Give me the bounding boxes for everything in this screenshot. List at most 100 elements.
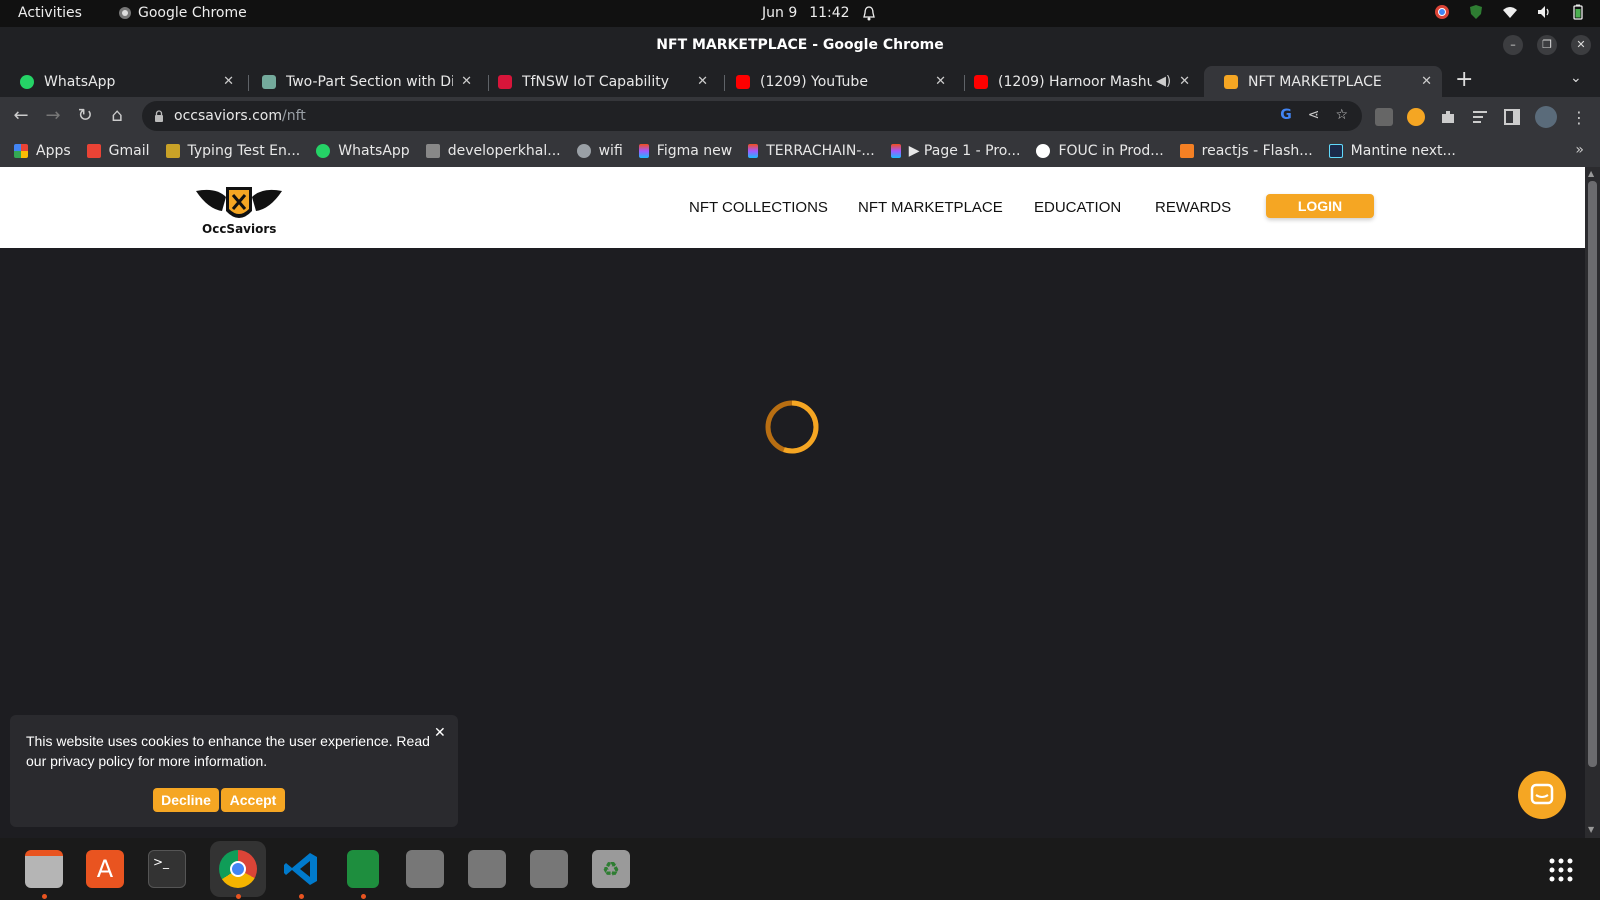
puzzle-icon[interactable] [1439, 108, 1457, 126]
close-tab-icon[interactable]: ✕ [1421, 74, 1432, 89]
system-tray[interactable] [1434, 4, 1586, 20]
tab-search-chevron-icon[interactable]: ⌄ [1570, 70, 1582, 86]
side-panel-icon[interactable] [1503, 108, 1521, 126]
typing-icon [165, 144, 180, 158]
close-tab-icon[interactable]: ✕ [935, 74, 946, 89]
chrome-tray-icon[interactable] [1434, 4, 1450, 20]
address-bar[interactable]: occsaviors.com/nft G ⋖ ☆ [142, 101, 1362, 131]
spreadsheet-icon[interactable] [347, 850, 379, 888]
tab-two-part-section[interactable]: Two-Part Section with Div ✕ [242, 66, 482, 97]
maximize-button[interactable]: ❐ [1537, 35, 1557, 55]
show-applications-icon[interactable] [1548, 857, 1574, 883]
volume-icon[interactable] [1536, 4, 1552, 20]
nav-education[interactable]: EDUCATION [1034, 199, 1121, 216]
page-scrollbar[interactable]: ▲ ▼ [1585, 167, 1600, 838]
nav-nft-marketplace[interactable]: NFT MARKETPLACE [858, 199, 1003, 216]
reading-list-icon[interactable] [1471, 108, 1489, 126]
terminal-icon[interactable]: >_ [148, 850, 186, 888]
bookmark-whatsapp[interactable]: WhatsApp [316, 143, 410, 159]
scroll-up-icon[interactable]: ▲ [1588, 169, 1594, 178]
share-icon[interactable]: ⋖ [1308, 107, 1320, 123]
nsw-icon [498, 74, 512, 89]
close-tab-icon[interactable]: ✕ [223, 74, 234, 89]
google-lens-icon[interactable]: G [1280, 107, 1292, 123]
disk-icon[interactable] [468, 850, 506, 888]
close-tab-icon[interactable]: ✕ [461, 74, 472, 89]
kebab-menu-icon[interactable]: ⋮ [1571, 108, 1587, 127]
bookmark-star-icon[interactable]: ☆ [1335, 107, 1348, 123]
web-page: OccSaviors NFT COLLECTIONS NFT MARKETPLA… [0, 167, 1585, 838]
site-header: OccSaviors NFT COLLECTIONS NFT MARKETPLA… [0, 167, 1585, 248]
bookmark-figma-new[interactable]: Figma new [638, 143, 732, 159]
speaker-icon[interactable]: ◀) [1156, 74, 1171, 89]
back-button[interactable]: ← [8, 103, 34, 129]
bookmark-label: wifi [598, 143, 623, 159]
tab-harnoor[interactable]: (1209) Harnoor Mashu ◀) ✕ [954, 66, 1200, 97]
bookmark-reactjs[interactable]: reactjs - Flash... [1179, 143, 1313, 159]
activities-button[interactable]: Activities [18, 5, 82, 21]
tab-tfnsw[interactable]: TfNSW IoT Capability ✕ [478, 66, 718, 97]
loading-spinner [765, 400, 819, 454]
bookmark-label: FOUC in Prod... [1058, 143, 1164, 159]
profile-avatar[interactable] [1535, 106, 1557, 128]
bookmark-gmail[interactable]: Gmail [86, 143, 150, 159]
shield-icon[interactable] [1468, 4, 1484, 20]
bookmark-fouc[interactable]: FOUC in Prod... [1036, 143, 1164, 159]
app-menu[interactable]: Google Chrome [118, 5, 247, 21]
extension-icon[interactable] [1407, 108, 1425, 126]
bookmark-page-1[interactable]: ▶ Page 1 - Pro... [890, 143, 1020, 159]
close-tab-icon[interactable]: ✕ [697, 74, 708, 89]
home-button[interactable]: ⌂ [104, 103, 130, 129]
bookmark-typing-test[interactable]: Typing Test En... [165, 143, 300, 159]
extension-icon[interactable] [1375, 108, 1393, 126]
react-icon [1328, 144, 1343, 158]
chat-icon [1530, 783, 1554, 805]
clock[interactable]: Jun 9 11:42 [762, 5, 876, 21]
scroll-down-icon[interactable]: ▼ [1588, 825, 1594, 834]
close-window-button[interactable]: ✕ [1571, 35, 1591, 55]
chatgpt-icon [262, 74, 276, 89]
chat-launcher-button[interactable] [1518, 771, 1566, 819]
globe-icon [576, 144, 591, 158]
battery-icon[interactable] [1570, 4, 1586, 20]
bookmark-mantine[interactable]: Mantine next... [1328, 143, 1456, 159]
system-top-bar: Activities Google Chrome Jun 9 11:42 [0, 0, 1600, 27]
decline-button[interactable]: Decline [153, 788, 219, 812]
forward-button[interactable]: → [40, 103, 66, 129]
reload-button[interactable]: ↻ [72, 103, 98, 129]
wifi-icon[interactable] [1502, 4, 1518, 20]
chrome-icon[interactable] [219, 850, 257, 888]
nav-rewards[interactable]: REWARDS [1155, 199, 1231, 216]
bookmark-terrachain[interactable]: TERRACHAIN-... [748, 143, 875, 159]
disk-icon[interactable] [530, 850, 568, 888]
chrome-small-icon [119, 7, 131, 19]
whatsapp-icon [20, 74, 34, 89]
tab-title: (1209) Harnoor Mashu [998, 73, 1153, 90]
lock-icon[interactable] [154, 110, 164, 122]
close-tab-icon[interactable]: ✕ [1179, 74, 1190, 89]
tab-title: TfNSW IoT Capability [522, 73, 669, 90]
scrollbar-thumb[interactable] [1588, 181, 1597, 767]
accept-button[interactable]: Accept [221, 788, 285, 812]
files-icon[interactable] [25, 850, 63, 888]
more-bookmarks-icon[interactable]: » [1575, 142, 1584, 158]
figma-icon [890, 144, 901, 158]
tab-title: (1209) YouTube [760, 73, 868, 90]
tab-youtube[interactable]: (1209) YouTube ✕ [716, 66, 956, 97]
bookmark-apps[interactable]: Apps [14, 143, 71, 159]
login-button[interactable]: LOGIN [1266, 194, 1374, 218]
software-center-icon[interactable]: A [86, 850, 124, 888]
whatsapp-icon [316, 144, 331, 158]
vscode-icon[interactable] [282, 850, 320, 888]
minimize-button[interactable]: – [1503, 35, 1523, 55]
nav-nft-collections[interactable]: NFT COLLECTIONS [689, 199, 828, 216]
tab-nft-marketplace[interactable]: NFT MARKETPLACE ✕ [1204, 66, 1442, 97]
close-icon[interactable]: ✕ [434, 725, 446, 741]
bookmark-wifi[interactable]: wifi [576, 143, 623, 159]
figma-icon [748, 144, 759, 158]
trash-icon[interactable]: ♻ [592, 850, 630, 888]
tab-whatsapp[interactable]: WhatsApp ✕ [0, 66, 244, 97]
disk-icon[interactable] [406, 850, 444, 888]
new-tab-button[interactable]: + [1455, 67, 1473, 92]
bookmark-developerkhal[interactable]: developerkhal... [425, 143, 561, 159]
